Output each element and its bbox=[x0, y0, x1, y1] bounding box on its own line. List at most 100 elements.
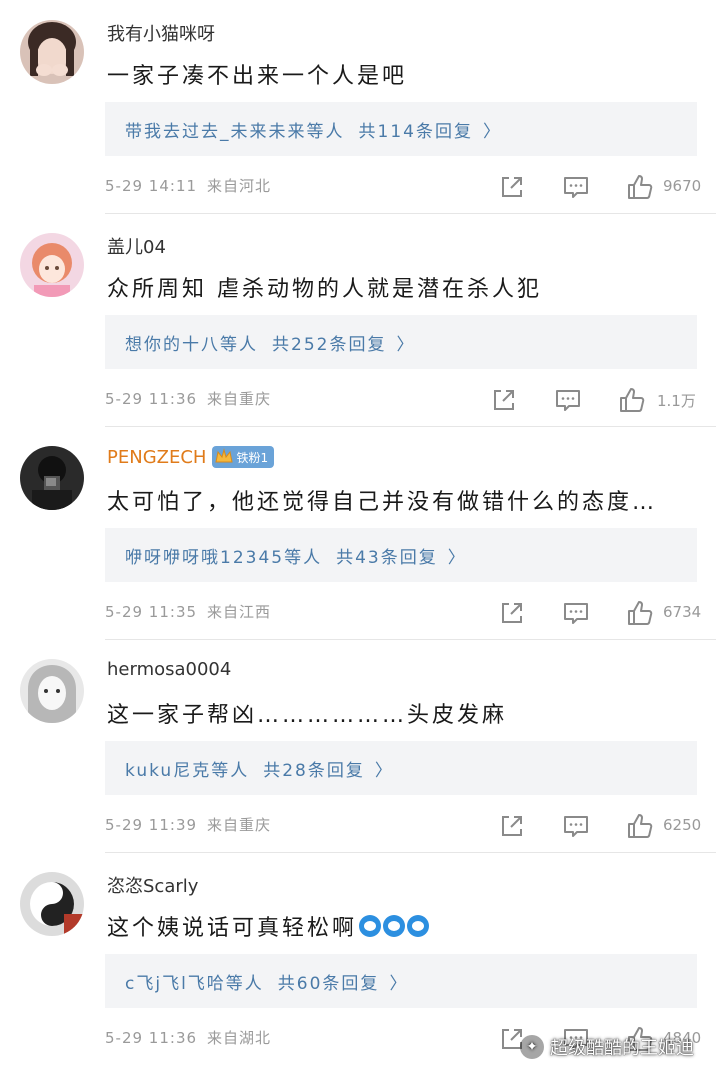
comment-feed: 我有小猫咪呀 一家子凑不出来一个人是吧 带我去过去_未来未来等人 共114条回复… bbox=[0, 0, 716, 1080]
username[interactable]: hermosa0004 bbox=[107, 659, 231, 680]
chevron-right-icon: 〉 bbox=[374, 760, 394, 781]
meta-text: 5-29 11:35 来自江西 bbox=[105, 601, 271, 622]
avatar[interactable] bbox=[20, 872, 84, 936]
divider bbox=[105, 852, 716, 853]
comment-icon bbox=[564, 603, 588, 624]
comment-text: 一家子凑不出来一个人是吧 bbox=[107, 58, 407, 90]
share-button[interactable] bbox=[497, 598, 527, 628]
comment-time: 5-29 11:36 bbox=[105, 1029, 198, 1047]
share-button[interactable] bbox=[489, 385, 519, 415]
chevron-right-icon: 〉 bbox=[396, 334, 416, 355]
share-button[interactable] bbox=[497, 172, 527, 202]
reply-users: 带我去过去_未来未来等人 bbox=[125, 121, 345, 142]
meta-text: 5-29 11:36 来自湖北 bbox=[105, 1027, 271, 1048]
reply-summary-link[interactable]: 想你的十八等人 共252条回复 〉 bbox=[105, 315, 697, 369]
share-button[interactable] bbox=[497, 811, 527, 841]
wechat-icon: ✦ bbox=[520, 1035, 544, 1059]
avatar[interactable] bbox=[20, 20, 84, 84]
comment-text: 众所周知 虐杀动物的人就是潜在杀人犯 bbox=[107, 271, 542, 303]
reply-summary-link[interactable]: 咿呀咿呀哦12345等人 共43条回复 〉 bbox=[105, 528, 697, 582]
like-count: 6734 bbox=[663, 603, 702, 621]
fan-badge: 铁粉1 bbox=[212, 446, 275, 468]
meta-text: 5-29 11:36 来自重庆 bbox=[105, 388, 271, 409]
comment-text-content: 众所周知 虐杀动物的人就是潜在杀人犯 bbox=[107, 277, 542, 302]
comment-source: 来自湖北 bbox=[207, 1029, 272, 1047]
like-count: 9670 bbox=[663, 177, 702, 195]
comment-time: 5-29 14:11 bbox=[105, 177, 198, 195]
comment-button[interactable] bbox=[561, 172, 591, 202]
divider bbox=[105, 639, 716, 640]
share-icon bbox=[502, 177, 522, 197]
comment-time: 5-29 11:39 bbox=[105, 816, 198, 834]
divider bbox=[105, 213, 716, 214]
comment-icon bbox=[564, 177, 588, 198]
comment-source: 来自重庆 bbox=[207, 816, 272, 834]
avatar[interactable] bbox=[20, 446, 84, 510]
avatar[interactable] bbox=[20, 659, 84, 723]
comment-meta: 5-29 11:36 来自重庆 1.1万 bbox=[105, 385, 705, 415]
reply-total: 共60条回复 bbox=[277, 973, 380, 994]
comment-icon bbox=[564, 816, 588, 837]
comment-meta: 5-29 11:39 来自重庆 6250 bbox=[105, 811, 705, 841]
comment-text: 这个姨说话可真轻松啊 bbox=[107, 910, 430, 942]
like-button[interactable] bbox=[625, 172, 655, 202]
thumbs-up-icon bbox=[620, 388, 645, 412]
chevron-right-icon: 〉 bbox=[389, 973, 409, 994]
like-button[interactable] bbox=[625, 598, 655, 628]
emoji-icon bbox=[359, 915, 382, 937]
reply-users: kuku尼克等人 bbox=[125, 760, 250, 781]
comment-text-content: 这一家子帮凶………………头皮发麻 bbox=[107, 703, 508, 728]
thumbs-up-icon bbox=[628, 175, 653, 199]
comment-time: 5-29 11:36 bbox=[105, 390, 198, 408]
comment-text: 太可怕了，他还觉得自己并没有做错什么的态度… bbox=[107, 484, 657, 516]
chevron-right-icon: 〉 bbox=[482, 121, 502, 142]
username[interactable]: 我有小猫咪呀 bbox=[107, 20, 215, 46]
watermark-text: 超级酷酷的王姬迪 bbox=[550, 1038, 694, 1059]
reply-total: 共43条回复 bbox=[336, 547, 438, 568]
username[interactable]: 盖儿04 bbox=[107, 233, 166, 259]
username-text: 盖儿04 bbox=[107, 237, 166, 258]
comment-source: 来自重庆 bbox=[207, 390, 272, 408]
comment-text-content: 一家子凑不出来一个人是吧 bbox=[107, 64, 408, 89]
emoji-icon bbox=[383, 915, 406, 937]
comment-text-content: 这个姨说话可真轻松啊 bbox=[107, 916, 358, 941]
reply-total: 共252条回复 bbox=[272, 334, 387, 355]
username-text: 恣恣Scarly bbox=[107, 876, 199, 897]
divider bbox=[105, 426, 716, 427]
share-icon bbox=[494, 390, 514, 410]
comment-button[interactable] bbox=[553, 385, 583, 415]
comment-source: 来自江西 bbox=[207, 603, 272, 621]
share-icon bbox=[502, 603, 522, 623]
like-button[interactable] bbox=[617, 385, 647, 415]
comment-time: 5-29 11:35 bbox=[105, 603, 198, 621]
username-text: 我有小猫咪呀 bbox=[107, 24, 215, 45]
reply-summary-link[interactable]: 带我去过去_未来未来等人 共114条回复 〉 bbox=[105, 102, 697, 156]
comment-icon bbox=[556, 390, 580, 411]
crown-icon bbox=[215, 448, 234, 463]
comment-text: 这一家子帮凶………………头皮发麻 bbox=[107, 697, 507, 729]
reply-users: c飞j飞l飞哈等人 bbox=[125, 973, 264, 994]
reply-total: 共28条回复 bbox=[263, 760, 365, 781]
like-count: 1.1万 bbox=[657, 392, 696, 410]
share-icon bbox=[502, 816, 522, 836]
comment-source: 来自河北 bbox=[207, 177, 272, 195]
reply-total: 共114条回复 bbox=[358, 121, 473, 142]
comment-button[interactable] bbox=[561, 811, 591, 841]
reply-summary-link[interactable]: c飞j飞l飞哈等人 共60条回复 〉 bbox=[105, 954, 697, 1008]
reply-users: 咿呀咿呀哦12345等人 bbox=[125, 547, 323, 568]
comment-meta: 5-29 11:35 来自江西 6734 bbox=[105, 598, 705, 628]
thumbs-up-icon bbox=[628, 814, 653, 838]
watermark: ✦ 超级酷酷的王姬迪 bbox=[520, 1034, 694, 1060]
like-count: 6250 bbox=[663, 816, 702, 834]
avatar[interactable] bbox=[20, 233, 84, 297]
comment-button[interactable] bbox=[561, 598, 591, 628]
username[interactable]: 恣恣Scarly bbox=[107, 872, 198, 898]
reply-users: 想你的十八等人 bbox=[125, 334, 258, 355]
chevron-right-icon: 〉 bbox=[447, 547, 467, 568]
like-button[interactable] bbox=[625, 811, 655, 841]
comment-meta: 5-29 14:11 来自河北 9670 bbox=[105, 172, 705, 202]
username-text: hermosa0004 bbox=[107, 659, 232, 680]
reply-summary-link[interactable]: kuku尼克等人 共28条回复 〉 bbox=[105, 741, 697, 795]
comment-text-content: 太可怕了，他还觉得自己并没有做错什么的态度… bbox=[107, 490, 658, 515]
username[interactable]: PENGZECH 铁粉1 bbox=[107, 446, 275, 468]
